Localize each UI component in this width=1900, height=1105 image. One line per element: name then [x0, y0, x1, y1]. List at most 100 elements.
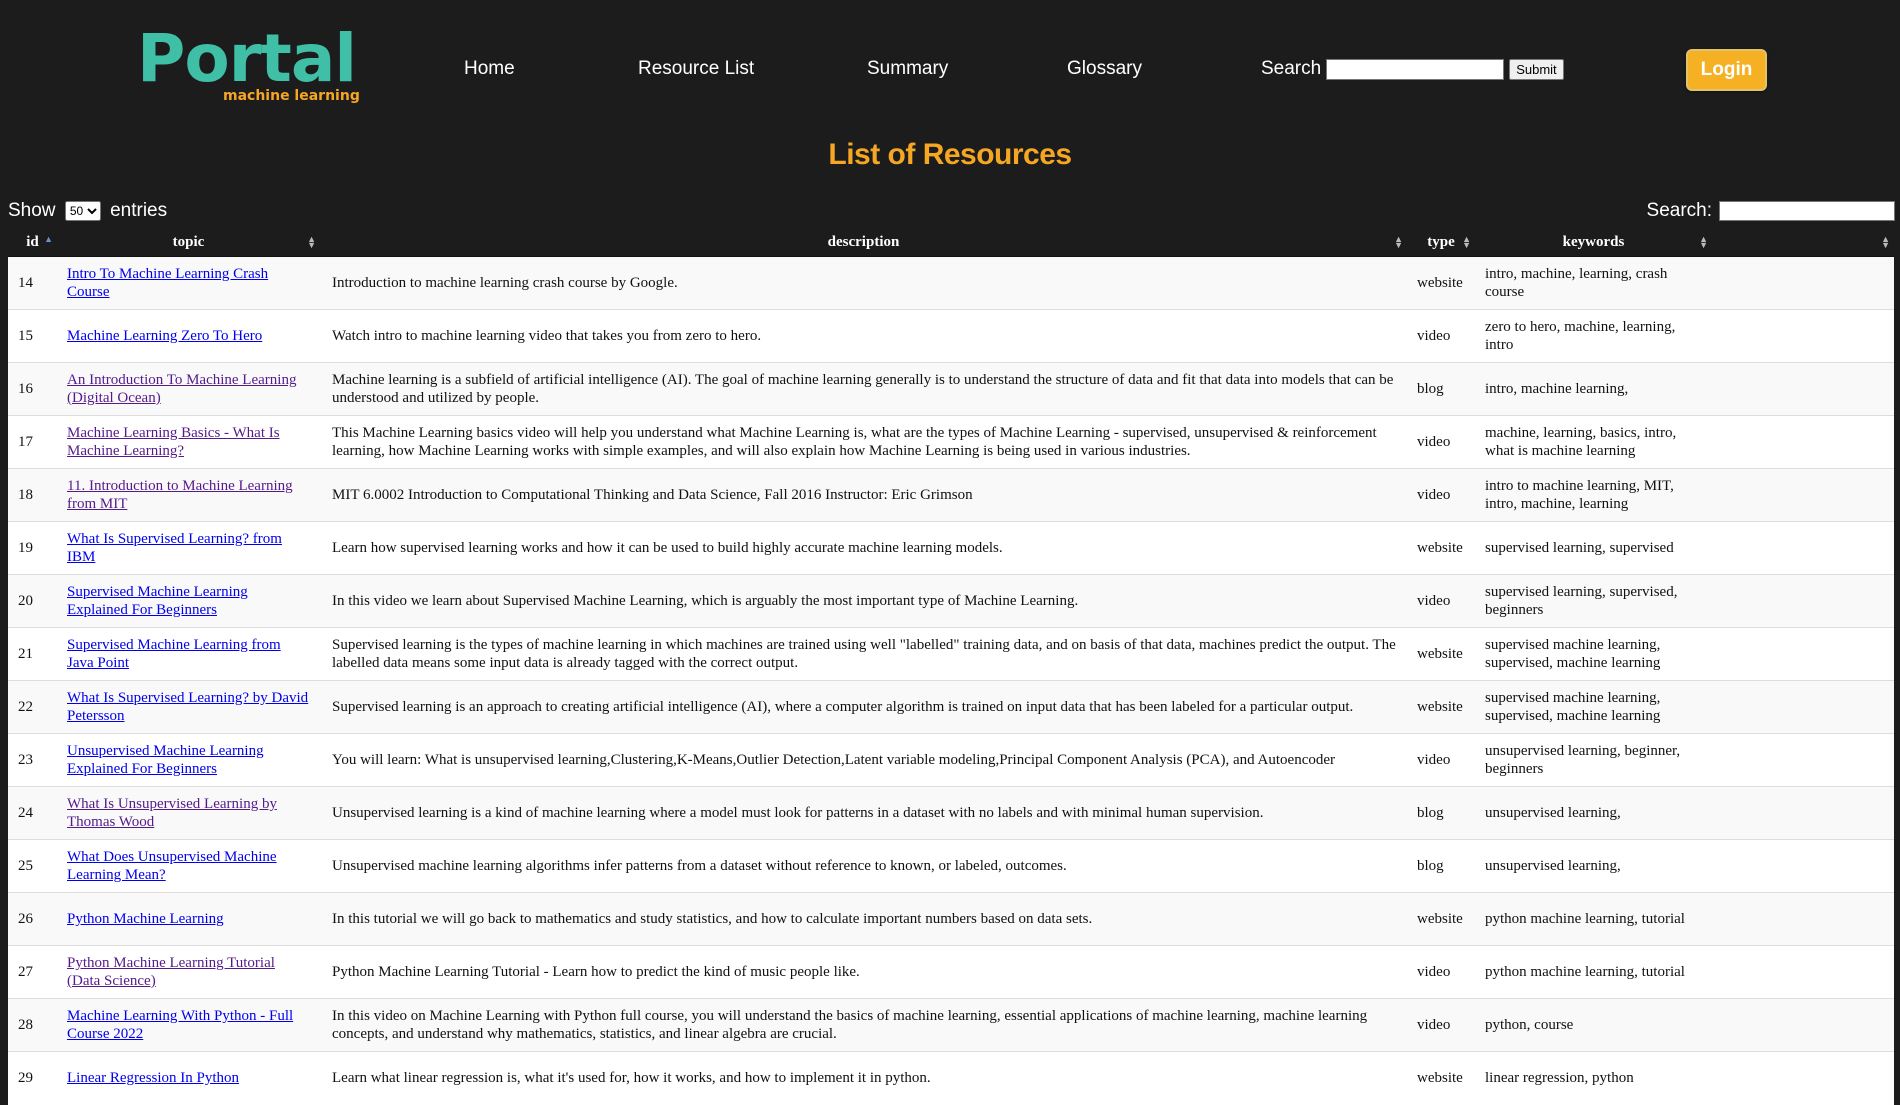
- show-label: Show: [8, 200, 56, 221]
- row-keywords-cell: python machine learning, tutorial: [1485, 911, 1685, 927]
- column-header-extra[interactable]: ▲ ▼: [1712, 229, 1894, 257]
- row-keywords-cell: unsupervised learning,: [1485, 805, 1621, 821]
- resource-link[interactable]: Python Machine Learning: [67, 911, 224, 927]
- nav-summary-link[interactable]: Summary: [867, 58, 948, 80]
- resource-link[interactable]: An Introduction To Machine Learning (Dig…: [67, 372, 296, 406]
- resource-link[interactable]: Supervised Machine Learning from Java Po…: [67, 637, 281, 671]
- row-topic-cell: 11. Introduction to Machine Learning fro…: [57, 469, 320, 522]
- row-description-cell: Supervised learning is the types of mach…: [332, 637, 1396, 671]
- site-search-submit-button[interactable]: Submit: [1509, 58, 1564, 80]
- site-search: Search Submit: [1261, 58, 1564, 80]
- table-row: 29 Linear Regression In Python Learn what …: [8, 1051, 1894, 1105]
- row-topic-cell: Supervised Machine Learning Explained Fo…: [57, 575, 320, 628]
- row-type-cell: video: [1417, 328, 1451, 344]
- row-topic-cell: What Is Unsupervised Learning by Thomas …: [57, 787, 320, 840]
- row-type-cell: video: [1417, 487, 1451, 503]
- table-row: 23 Unsupervised Machine Learning Explaine…: [8, 733, 1894, 787]
- site-search-input[interactable]: [1326, 58, 1505, 80]
- row-id-cell: 27: [18, 964, 33, 980]
- row-keywords-cell: unsupervised learning,: [1485, 858, 1621, 874]
- table-filter-label: Search:: [1646, 200, 1712, 221]
- nav-resource-list-link[interactable]: Resource List: [638, 58, 754, 80]
- column-header-id[interactable]: id ▲: [8, 229, 57, 257]
- row-id-cell: 29: [18, 1070, 33, 1087]
- row-keywords-cell: supervised machine learning, supervised,…: [1485, 637, 1661, 671]
- row-type-cell: video: [1417, 593, 1451, 609]
- row-description-cell: Watch intro to machine learning video th…: [332, 328, 762, 344]
- login-button[interactable]: Login: [1686, 49, 1767, 91]
- row-id-cell: 22: [18, 699, 33, 715]
- resource-link[interactable]: Machine Learning Basics - What Is Machin…: [67, 425, 280, 459]
- resource-link[interactable]: What Is Supervised Learning? from IBM: [67, 531, 282, 565]
- resource-link[interactable]: What Is Supervised Learning? by David Pe…: [67, 690, 308, 724]
- row-id-cell: 14: [18, 275, 33, 291]
- row-id-cell: 23: [18, 752, 33, 768]
- resource-link[interactable]: Machine Learning Zero To Hero: [67, 328, 262, 344]
- row-extra-cell: [1712, 363, 1894, 416]
- row-extra-cell: [1712, 681, 1894, 734]
- table-row: 24 What Is Unsupervised Learning by Thoma…: [8, 786, 1894, 840]
- row-type-cell: website: [1417, 1070, 1463, 1087]
- column-header-description[interactable]: description ▲ ▼: [320, 229, 1407, 257]
- table-filter: Search:: [1647, 200, 1895, 222]
- row-id-cell: 26: [18, 911, 33, 927]
- row-keywords-cell: intro, machine, learning, crash course: [1485, 266, 1668, 300]
- table-row: 26 Python Machine Learning In this tutoria…: [8, 892, 1894, 946]
- resource-link[interactable]: What Does Unsupervised Machine Learning …: [67, 849, 277, 883]
- logo-tagline: machine learning: [223, 88, 360, 104]
- resource-link[interactable]: Unsupervised Machine Learning Explained …: [67, 743, 264, 777]
- row-type-cell: website: [1417, 540, 1463, 556]
- resource-link[interactable]: What Is Unsupervised Learning by Thomas …: [67, 796, 277, 830]
- resource-link[interactable]: 11. Introduction to Machine Learning fro…: [67, 478, 293, 512]
- entries-length-control: Show 50 entries: [8, 200, 167, 222]
- row-description-cell: Learn what linear regression is, what it…: [332, 1070, 931, 1087]
- resource-link[interactable]: Linear Regression In Python: [67, 1070, 239, 1086]
- resource-link[interactable]: Intro To Machine Learning Crash Course: [67, 266, 268, 300]
- row-id-cell: 28: [18, 1017, 33, 1033]
- row-keywords-cell: python machine learning, tutorial: [1485, 964, 1685, 980]
- row-topic-cell: Machine Learning Basics - What Is Machin…: [57, 416, 320, 469]
- row-type-cell: video: [1417, 434, 1451, 450]
- row-keywords-cell: supervised machine learning, supervised,…: [1485, 690, 1661, 724]
- row-keywords-cell: python, course: [1485, 1017, 1574, 1033]
- nav-glossary-link[interactable]: Glossary: [1067, 58, 1142, 80]
- site-search-label: Search: [1261, 58, 1322, 79]
- table-filter-input[interactable]: [1719, 201, 1895, 221]
- row-topic-cell: Unsupervised Machine Learning Explained …: [57, 734, 320, 787]
- row-description-cell: In this tutorial we will go back to math…: [332, 911, 1093, 927]
- row-description-cell: Learn how supervised learning works and …: [332, 540, 1003, 556]
- sort-icon: ▲ ▼: [307, 234, 316, 250]
- row-topic-cell: Python Machine Learning Tutorial (Data S…: [57, 946, 320, 999]
- row-topic-cell: Supervised Machine Learning from Java Po…: [57, 628, 320, 681]
- row-extra-cell: [1712, 522, 1894, 575]
- column-header-type[interactable]: type ▲ ▼: [1407, 229, 1475, 257]
- entries-label: entries: [110, 200, 168, 221]
- row-description-cell: Supervised learning is an approach to cr…: [332, 699, 1354, 715]
- resource-link[interactable]: Machine Learning With Python - Full Cour…: [67, 1008, 293, 1042]
- row-id-cell: 20: [18, 593, 33, 609]
- row-extra-cell: [1712, 999, 1894, 1052]
- row-extra-cell: [1712, 787, 1894, 840]
- row-id-cell: 25: [18, 858, 33, 874]
- row-id-cell: 21: [18, 646, 33, 662]
- resource-link[interactable]: Python Machine Learning Tutorial (Data S…: [67, 955, 275, 989]
- entries-per-page-select[interactable]: 50: [64, 200, 101, 221]
- row-extra-cell: [1712, 469, 1894, 522]
- table-row: 27 Python Machine Learning Tutorial (Data…: [8, 945, 1894, 999]
- row-topic-cell: What Is Supervised Learning? from IBM: [57, 522, 320, 575]
- nav-home-link[interactable]: Home: [464, 58, 515, 80]
- row-id-cell: 17: [18, 434, 33, 450]
- row-keywords-cell: linear regression, python: [1485, 1070, 1634, 1087]
- column-header-topic[interactable]: topic ▲ ▼: [57, 229, 320, 257]
- resource-link[interactable]: Supervised Machine Learning Explained Fo…: [67, 584, 248, 618]
- row-type-cell: video: [1417, 752, 1451, 768]
- portal-logo[interactable]: Portal machine learning: [137, 26, 360, 105]
- row-keywords-cell: intro to machine learning, MIT, intro, m…: [1485, 478, 1674, 512]
- row-description-cell: Introduction to machine learning crash c…: [332, 275, 678, 291]
- table-row: 17 Machine Learning Basics - What Is Mach…: [8, 415, 1894, 469]
- row-id-cell: 16: [18, 381, 33, 397]
- row-extra-cell: [1712, 575, 1894, 628]
- column-header-keywords[interactable]: keywords ▲ ▼: [1475, 229, 1712, 257]
- row-type-cell: blog: [1417, 805, 1444, 821]
- row-topic-cell: What Is Supervised Learning? by David Pe…: [57, 681, 320, 734]
